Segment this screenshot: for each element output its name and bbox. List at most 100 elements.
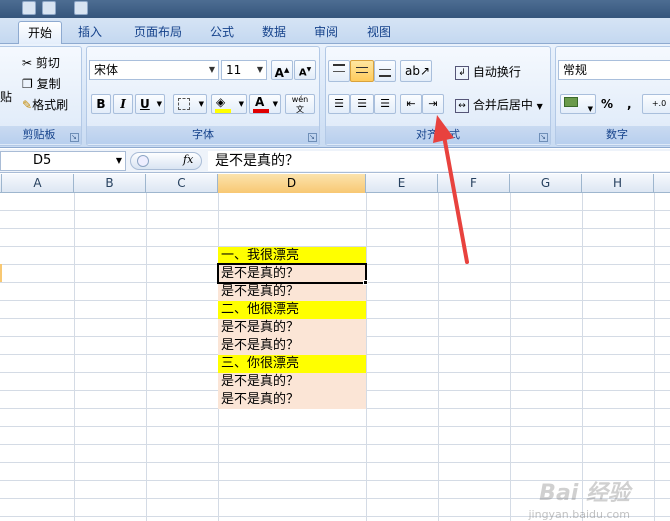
- cell-d9[interactable]: 是不是真的？: [218, 337, 366, 355]
- fill-color-button[interactable]: ◈ ▼: [211, 94, 247, 114]
- format-painter-label: 格式刷: [32, 98, 69, 112]
- align-middle-button[interactable]: [350, 60, 374, 82]
- chevron-down-icon[interactable]: ▼: [116, 152, 122, 170]
- formula-input[interactable]: 是不是真的？: [208, 151, 670, 171]
- paste-button[interactable]: 贴: [0, 87, 13, 106]
- currency-button[interactable]: ▼: [560, 94, 596, 114]
- cell-d10[interactable]: 三、你很漂亮: [218, 355, 366, 373]
- align-left-button[interactable]: ☰: [328, 94, 350, 114]
- clipboard-launcher-icon[interactable]: ↘: [70, 133, 79, 142]
- copy-icon: ❐: [22, 77, 33, 91]
- increase-indent-icon: ⇥: [428, 97, 438, 110]
- align-top-button[interactable]: [328, 60, 350, 82]
- ribbon: 贴 ✂ 剪切 ❐ 复制 ✎格式刷 剪贴板 ↘ 宋体 ▼ 11 ▼ A▲ A▼ B I…: [0, 44, 670, 148]
- clipboard-group-label: 剪贴板: [0, 126, 81, 144]
- col-header-g[interactable]: G: [510, 174, 582, 193]
- merge-center-label: 合并后居中: [472, 98, 533, 112]
- col-header-c[interactable]: C: [146, 174, 218, 193]
- col-header-a[interactable]: A: [2, 174, 74, 193]
- chevron-down-icon: ▼: [256, 65, 264, 74]
- tab-formulas[interactable]: 公式: [202, 21, 242, 44]
- col-header-next[interactable]: [654, 174, 670, 193]
- column-headers: A B C D E F G H: [0, 174, 670, 193]
- tab-data[interactable]: 数据: [254, 21, 294, 44]
- tab-insert[interactable]: 插入: [70, 21, 110, 44]
- fill-handle[interactable]: [363, 280, 368, 285]
- tab-page-layout[interactable]: 页面布局: [124, 21, 192, 44]
- font-launcher-icon[interactable]: ↘: [308, 133, 317, 142]
- font-group: 宋体 ▼ 11 ▼ A▲ A▼ B I U ▼ ▼ ◈ ▼ A ▼ wén 文 字体 ↘: [86, 46, 320, 146]
- font-color-label: A: [255, 95, 265, 109]
- bold-button[interactable]: B: [91, 94, 111, 114]
- merge-center-button[interactable]: ↔ 合并后居中 ▼: [454, 95, 544, 114]
- format-painter-button[interactable]: ✎格式刷: [21, 95, 69, 114]
- font-color-button[interactable]: A ▼: [249, 94, 281, 114]
- increase-decimal-button[interactable]: +.0: [642, 94, 670, 114]
- redo-icon[interactable]: [74, 1, 88, 15]
- underline-button[interactable]: U ▼: [135, 94, 165, 114]
- active-cell-border: [217, 263, 367, 284]
- percent-button[interactable]: %: [600, 96, 614, 112]
- phonetic-button[interactable]: wén 文: [285, 94, 315, 114]
- number-format-value: 常规: [563, 63, 588, 77]
- number-group-label: 数字: [556, 126, 670, 144]
- copy-button[interactable]: ❐ 复制: [21, 74, 62, 93]
- wrap-text-button[interactable]: ↲ 自动换行: [454, 62, 522, 81]
- col-header-f[interactable]: F: [438, 174, 510, 193]
- font-size-select[interactable]: 11 ▼: [221, 60, 267, 80]
- function-icon[interactable]: fx: [183, 153, 193, 166]
- orientation-icon: ab↗: [405, 64, 431, 78]
- orientation-button[interactable]: ab↗: [400, 60, 432, 82]
- number-format-select[interactable]: 常规: [558, 60, 670, 80]
- cell-d6[interactable]: 是不是真的？: [218, 283, 366, 301]
- name-box[interactable]: D5 ▼: [0, 151, 126, 171]
- italic-button[interactable]: I: [113, 94, 133, 114]
- align-right-button[interactable]: ☰: [374, 94, 396, 114]
- cut-label: 剪切: [35, 56, 60, 70]
- cell-d12[interactable]: 是不是真的？: [218, 391, 366, 409]
- currency-icon: [564, 97, 578, 107]
- cell-text: 是不是真的？: [221, 338, 300, 353]
- decrease-indent-button[interactable]: ⇤: [400, 94, 422, 114]
- alignment-group-label: 对齐方式: [326, 126, 550, 144]
- wrap-text-label: 自动换行: [472, 65, 521, 79]
- formula-controls: fx: [130, 152, 202, 170]
- col-header-d[interactable]: D: [218, 174, 366, 193]
- align-top-icon: [333, 64, 345, 72]
- font-name-select[interactable]: 宋体 ▼: [89, 60, 219, 80]
- border-icon: [178, 98, 190, 110]
- formula-bar: D5 ▼ fx 是不是真的？: [0, 149, 670, 173]
- save-icon[interactable]: [22, 1, 36, 15]
- cut-button[interactable]: ✂ 剪切: [21, 53, 61, 72]
- cell-d7[interactable]: 二、他很漂亮: [218, 301, 366, 319]
- align-middle-icon: [356, 67, 368, 73]
- comma-button[interactable]: ,: [626, 96, 633, 112]
- cell-d8[interactable]: 是不是真的？: [218, 319, 366, 337]
- tab-review[interactable]: 审阅: [306, 21, 346, 44]
- merge-center-icon: ↔: [455, 98, 469, 113]
- cell-text: 三、你很漂亮: [221, 356, 300, 371]
- copy-label: 复制: [36, 77, 61, 91]
- undo-icon[interactable]: [42, 1, 56, 15]
- col-header-b[interactable]: B: [74, 174, 146, 193]
- col-header-e[interactable]: E: [366, 174, 438, 193]
- align-bottom-icon: [379, 69, 391, 77]
- align-bottom-button[interactable]: [374, 60, 396, 82]
- increase-indent-button[interactable]: ⇥: [422, 94, 444, 114]
- border-button[interactable]: ▼: [173, 94, 207, 114]
- cell-text: 是不是真的？: [221, 374, 300, 389]
- font-group-label: 字体: [87, 126, 319, 144]
- align-center-button[interactable]: ☰: [350, 94, 374, 114]
- cell-text: 是不是真的？: [221, 392, 300, 407]
- tab-home[interactable]: 开始: [18, 21, 62, 44]
- tab-view[interactable]: 视图: [359, 21, 399, 44]
- worksheet-grid[interactable]: 一、我很漂亮 是不是真的？ 是不是真的？ 二、他很漂亮 是不是真的？ 是不是真的…: [0, 193, 670, 521]
- cell-text: 一、我很漂亮: [221, 248, 300, 263]
- ribbon-tabs: 开始 插入 页面布局 公式 数据 审阅 视图: [0, 18, 670, 44]
- grow-font-button[interactable]: A▲: [271, 60, 293, 80]
- alignment-launcher-icon[interactable]: ↘: [539, 133, 548, 142]
- col-header-h[interactable]: H: [582, 174, 654, 193]
- wrap-text-icon: ↲: [455, 65, 469, 80]
- shrink-font-button[interactable]: A▼: [294, 60, 316, 80]
- cell-d11[interactable]: 是不是真的？: [218, 373, 366, 391]
